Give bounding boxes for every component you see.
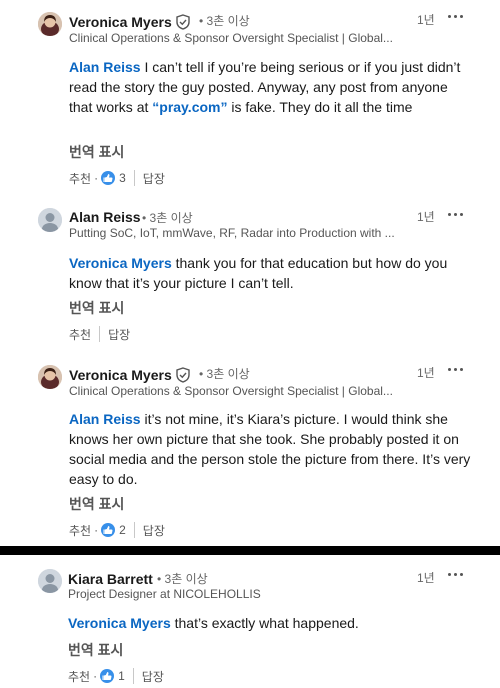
divider (132, 668, 134, 684)
more-icon (448, 15, 451, 18)
comment-text: Veronica Myers thank you for that educat… (69, 255, 448, 291)
pray-link[interactable]: “pray.com” (152, 99, 227, 115)
translate-button[interactable]: 번역 표시 (69, 298, 124, 318)
translate-button[interactable]: 번역 표시 (69, 494, 124, 514)
more-icon (460, 15, 463, 18)
comment-actions: 추천 · 2 답장 (69, 522, 165, 538)
author-name[interactable]: Kiara Barrett (68, 571, 153, 587)
avatar[interactable] (38, 12, 62, 36)
dot-separator: · (93, 669, 98, 683)
comment-alan: Alan Reiss • 3촌 이상 Putting SoC, IoT, mmW… (0, 200, 500, 355)
timestamp: 1년 (417, 366, 435, 380)
more-icon (454, 15, 457, 18)
mention-link[interactable]: Veronica Myers (68, 615, 171, 631)
dot-separator: · (94, 171, 99, 185)
author-headline: Clinical Operations & Sponsor Oversight … (69, 384, 393, 398)
connection-degree: • 3촌 이상 (142, 211, 193, 225)
comment-actions: 추천 · 1 답장 (68, 668, 164, 684)
translate-button[interactable]: 번역 표시 (68, 640, 123, 660)
like-button[interactable]: 추천 (69, 522, 91, 539)
reaction-count[interactable]: 2 (119, 523, 126, 537)
comment-kiara: Kiara Barrett • 3촌 이상 Project Designer a… (0, 555, 500, 688)
more-options-button[interactable] (446, 365, 466, 375)
reply-button[interactable]: 답장 (142, 668, 164, 685)
connection-degree: • 3촌 이상 (157, 572, 208, 586)
divider (99, 326, 101, 342)
comment-veronica-2: Veronica Myers • 3촌 이상 Clinical Operatio… (0, 355, 500, 545)
connection-degree: • 3촌 이상 (199, 367, 250, 381)
more-icon (460, 573, 463, 576)
more-options-button[interactable] (446, 12, 466, 22)
mention-link[interactable]: Alan Reiss (69, 59, 141, 75)
timestamp: 1년 (417, 210, 435, 224)
comment-actions: 추천 · 3 답장 (69, 170, 165, 186)
reply-button[interactable]: 답장 (143, 522, 165, 539)
comment-text: Alan Reiss I can’t tell if you’re being … (69, 59, 461, 115)
like-button[interactable]: 추천 (69, 326, 91, 343)
reaction-count[interactable]: 3 (119, 171, 126, 185)
more-icon (460, 368, 463, 371)
mention-link[interactable]: Veronica Myers (69, 255, 172, 271)
timestamp: 1년 (417, 13, 435, 27)
more-icon (454, 213, 457, 216)
author-headline: Clinical Operations & Sponsor Oversight … (69, 31, 393, 45)
comment-actions: 추천 답장 (69, 326, 130, 342)
thumbs-up-icon[interactable] (101, 523, 116, 537)
comment-veronica-1: Veronica Myers • 3촌 이상 Clinical Operatio… (0, 0, 500, 200)
like-button[interactable]: 추천 (68, 668, 90, 685)
avatar[interactable] (38, 208, 62, 232)
comment-text: Veronica Myers that’s exactly what happe… (68, 615, 359, 631)
author-name[interactable]: Alan Reiss (69, 209, 141, 225)
like-button[interactable]: 추천 (69, 170, 91, 187)
connection-degree: • 3촌 이상 (199, 14, 250, 28)
thumbs-up-icon[interactable] (100, 669, 115, 683)
author-headline: Putting SoC, IoT, mmWave, RF, Radar into… (69, 226, 395, 240)
more-icon (460, 213, 463, 216)
timestamp: 1년 (417, 571, 435, 585)
more-icon (454, 573, 457, 576)
avatar[interactable] (38, 569, 62, 593)
divider (133, 170, 135, 186)
more-icon (448, 573, 451, 576)
thumbs-up-icon[interactable] (101, 171, 116, 185)
reply-button[interactable]: 답장 (108, 326, 130, 343)
reply-button[interactable]: 답장 (143, 170, 165, 187)
translate-button[interactable]: 번역 표시 (69, 142, 124, 162)
reaction-count[interactable]: 1 (118, 669, 125, 683)
section-divider (0, 546, 500, 555)
more-options-button[interactable] (446, 210, 466, 220)
comment-text: Alan Reiss it’s not mine, it’s Kiara’s p… (69, 411, 471, 487)
more-options-button[interactable] (446, 570, 466, 580)
more-icon (448, 213, 451, 216)
mention-link[interactable]: Alan Reiss (69, 411, 141, 427)
avatar[interactable] (38, 365, 62, 389)
author-headline: Project Designer at NICOLEHOLLIS (68, 587, 261, 601)
divider (133, 522, 135, 538)
more-icon (454, 368, 457, 371)
dot-separator: · (94, 523, 99, 537)
more-icon (448, 368, 451, 371)
